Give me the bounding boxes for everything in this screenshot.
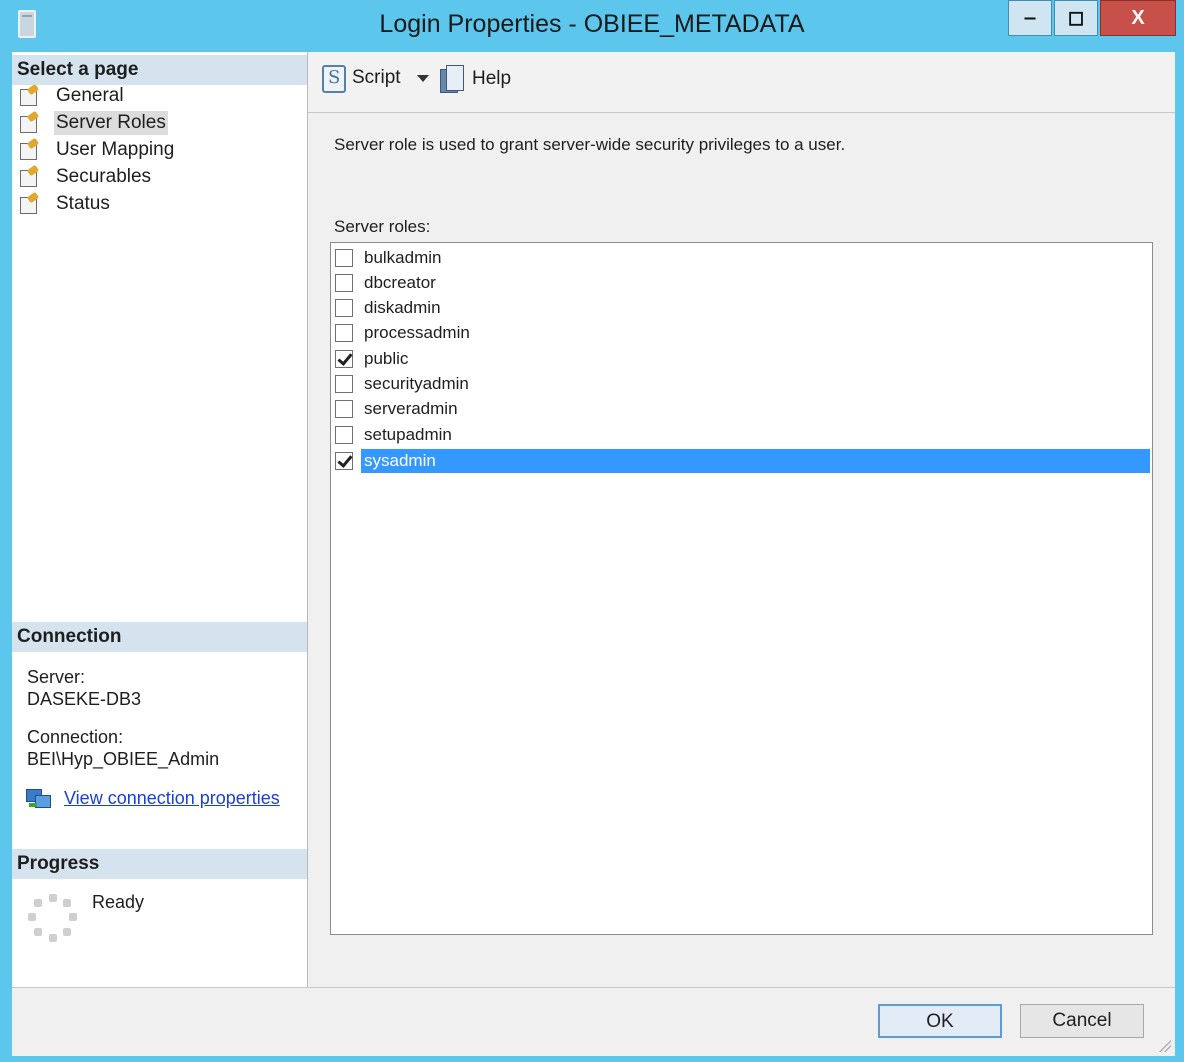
nav-item-securables[interactable]: Securables (18, 164, 153, 189)
server-roles-page: Server role is used to grant server-wide… (308, 113, 1175, 987)
role-label: public (364, 349, 409, 368)
view-connection-properties-link[interactable]: View connection properties (26, 787, 280, 809)
list-item-diskadmin[interactable]: diskadmin (331, 296, 1150, 320)
role-checkbox[interactable] (335, 426, 353, 444)
list-item-securityadmin[interactable]: securityadmin (331, 372, 1150, 396)
login-properties-window: Login Properties - OBIEE_METADATA ‒ ◻ X … (0, 0, 1184, 1062)
role-checkbox[interactable] (335, 452, 353, 470)
list-item-bulkadmin[interactable]: bulkadmin (331, 246, 1150, 270)
window-title: Login Properties - OBIEE_METADATA (379, 10, 805, 38)
role-label: setupadmin (364, 425, 452, 444)
page-settings-icon (18, 164, 40, 187)
help-book-icon (440, 65, 464, 93)
dialog-footer: OK Cancel (12, 987, 1175, 1056)
page-settings-icon (18, 137, 40, 160)
script-button[interactable]: Script (320, 65, 429, 93)
nav-item-label: Server Roles (54, 111, 168, 135)
server-roles-label: Server roles: (334, 217, 431, 236)
role-label: processadmin (364, 323, 470, 342)
progress-header: Progress (12, 849, 307, 879)
role-checkbox[interactable] (335, 350, 353, 368)
list-item-sysadmin[interactable]: sysadmin (331, 449, 1150, 473)
role-label: securityadmin (364, 374, 469, 393)
role-label: sysadmin (361, 449, 1150, 473)
server-label: Server: (27, 667, 86, 687)
nav-item-server-roles[interactable]: Server Roles (18, 110, 168, 135)
nav-item-user-mapping[interactable]: User Mapping (18, 137, 176, 162)
nav-item-label: User Mapping (56, 139, 175, 160)
close-button[interactable]: X (1100, 0, 1176, 36)
server-roles-list[interactable]: bulkadmin dbcreator diskadmin processadm… (330, 242, 1153, 935)
list-item-setupadmin[interactable]: setupadmin (331, 423, 1150, 447)
script-icon (320, 65, 346, 93)
role-checkbox[interactable] (335, 299, 353, 317)
page-settings-icon (18, 83, 40, 106)
list-item-dbcreator[interactable]: dbcreator (331, 271, 1150, 295)
role-label: bulkadmin (364, 248, 442, 267)
list-item-processadmin[interactable]: processadmin (331, 321, 1150, 345)
list-item-serveradmin[interactable]: serveradmin (331, 397, 1150, 421)
resize-grip-icon[interactable] (1159, 1040, 1171, 1052)
cancel-button[interactable]: Cancel (1020, 1004, 1144, 1038)
chevron-down-icon[interactable] (416, 74, 429, 82)
role-checkbox[interactable] (335, 274, 353, 292)
role-checkbox[interactable] (335, 375, 353, 393)
progress-status: Ready (92, 892, 145, 912)
nav-item-label: General (56, 85, 124, 106)
toolbar: Script Help (308, 52, 1175, 113)
nav-item-status[interactable]: Status (18, 191, 112, 216)
nav-item-label: Securables (56, 166, 152, 187)
role-checkbox[interactable] (335, 400, 353, 418)
select-page-header: Select a page (12, 55, 307, 85)
role-checkbox[interactable] (335, 324, 353, 342)
page-settings-icon (18, 110, 40, 133)
help-button[interactable]: Help (440, 65, 511, 93)
nav-item-general[interactable]: General (18, 83, 126, 108)
dialog-client-area: Select a page General Server Roles User … (12, 52, 1175, 1056)
connection-label: Connection: (27, 727, 124, 747)
nav-item-label: Status (56, 193, 110, 214)
list-item-public[interactable]: public (331, 347, 1150, 371)
role-label: diskadmin (364, 298, 441, 317)
left-pane: Select a page General Server Roles User … (12, 52, 308, 987)
page-settings-icon (18, 191, 40, 214)
maximize-button[interactable]: ◻ (1054, 0, 1098, 36)
role-label: serveradmin (364, 399, 458, 418)
help-label: Help (472, 68, 512, 89)
server-value: DASEKE-DB3 (27, 689, 142, 709)
ok-button[interactable]: OK (878, 1004, 1002, 1038)
role-label: dbcreator (364, 273, 436, 292)
connection-header: Connection (12, 622, 307, 652)
connection-value: BEI\Hyp_OBIEE_Admin (27, 749, 220, 769)
minimize-button[interactable]: ‒ (1008, 0, 1052, 36)
title-bar[interactable]: Login Properties - OBIEE_METADATA ‒ ◻ X (0, 0, 1184, 52)
role-checkbox[interactable] (335, 249, 353, 267)
script-label: Script (352, 67, 401, 88)
network-connection-icon (26, 787, 52, 809)
view-connection-properties-text[interactable]: View connection properties (64, 788, 280, 809)
progress-spinner-icon (28, 894, 78, 944)
page-description: Server role is used to grant server-wide… (334, 135, 846, 154)
